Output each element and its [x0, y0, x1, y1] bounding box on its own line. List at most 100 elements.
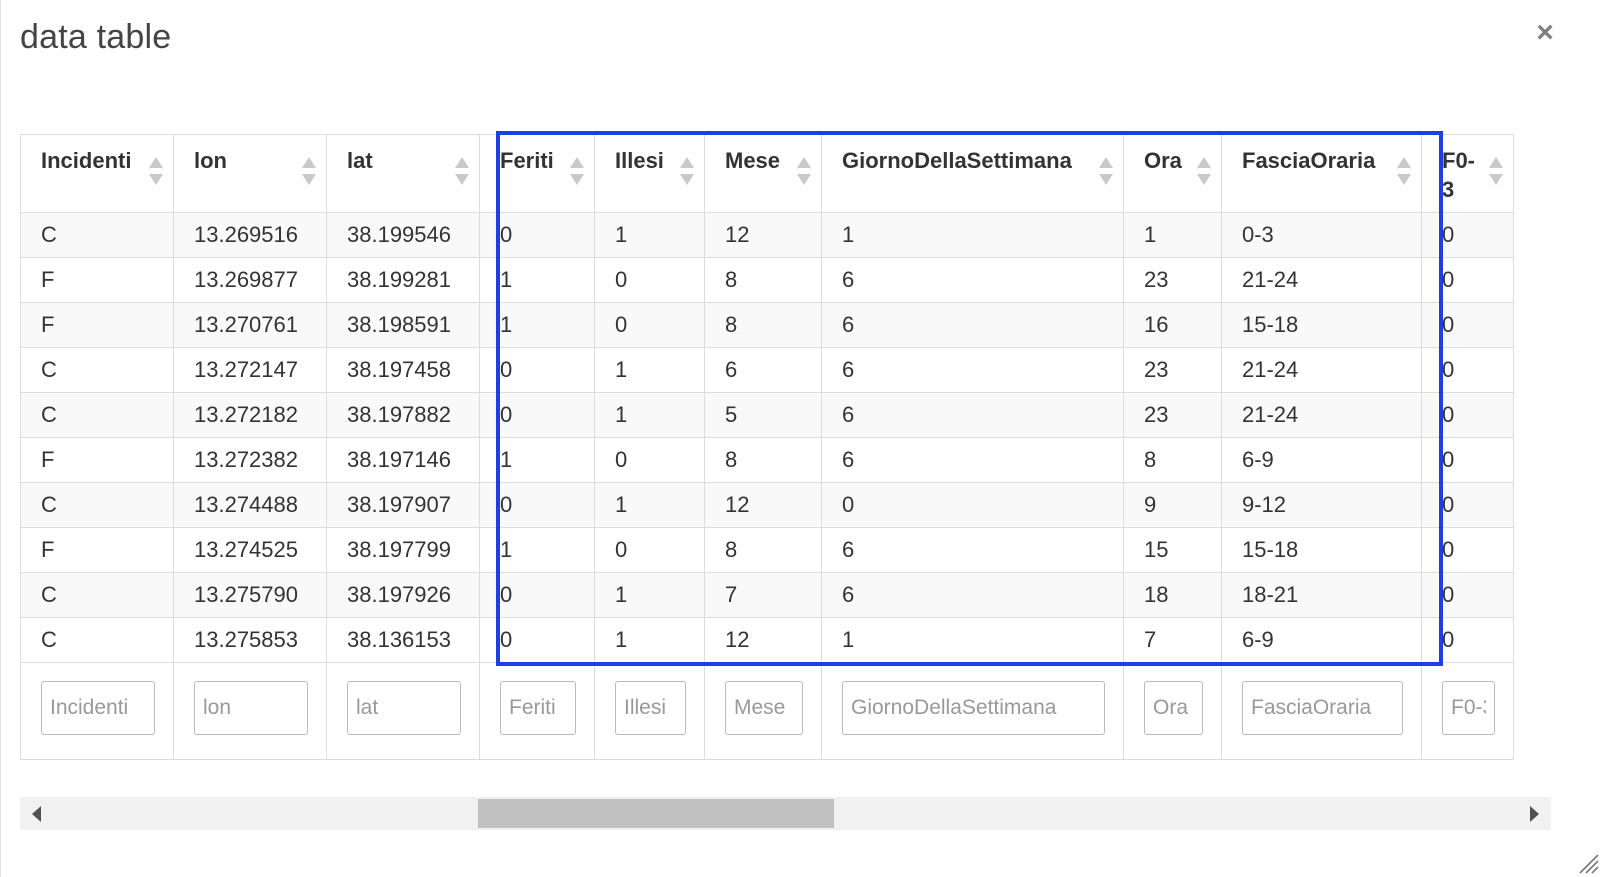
table-cell-lon: 13.275790	[173, 572, 327, 618]
table-cell-f0-3: 0	[1421, 527, 1514, 573]
column-header-illesi[interactable]: Illesi	[594, 134, 705, 213]
table-cell-incidenti: C	[20, 482, 174, 528]
sort-arrows-icon[interactable]	[302, 157, 316, 187]
table-cell-lon: 13.269516	[173, 212, 327, 258]
filter-input-giornodellasettimana[interactable]	[842, 681, 1105, 735]
resize-grip-icon[interactable]	[1574, 849, 1600, 875]
table-row[interactable]: C 13.272147 38.197458 0 1 6 6 23 21-24 0	[20, 347, 1514, 393]
table-cell-mese: 5	[704, 392, 822, 438]
table-cell-feriti: 1	[479, 527, 595, 573]
filter-input-lat[interactable]	[347, 681, 461, 735]
table-cell-giornodellasettimana: 1	[821, 212, 1124, 258]
table-cell-feriti: 0	[479, 212, 595, 258]
filter-input-mese[interactable]	[725, 681, 803, 735]
table-cell-ora: 7	[1123, 617, 1222, 663]
close-icon[interactable]: ×	[1532, 18, 1558, 48]
table-cell-f0-3: 0	[1421, 482, 1514, 528]
table-cell-incidenti: C	[20, 617, 174, 663]
table-cell-ora: 18	[1123, 572, 1222, 618]
table-cell-lon: 13.272147	[173, 347, 327, 393]
table-cell-f0-3: 0	[1421, 392, 1514, 438]
table-cell-illesi: 0	[594, 257, 705, 303]
sort-arrows-icon[interactable]	[1397, 157, 1411, 187]
column-header-ora[interactable]: Ora	[1123, 134, 1222, 213]
sort-arrows-icon[interactable]	[1099, 157, 1113, 187]
table-cell-lat: 38.197907	[326, 482, 480, 528]
table-row[interactable]: C 13.275790 38.197926 0 1 7 6 18 18-21 0	[20, 572, 1514, 618]
column-header-lon[interactable]: lon	[173, 134, 327, 213]
sort-arrows-icon[interactable]	[455, 157, 469, 187]
table-cell-lon: 13.272382	[173, 437, 327, 483]
table-row[interactable]: C 13.274488 38.197907 0 1 12 0 9 9-12 0	[20, 482, 1514, 528]
filter-input-fasciaoraria[interactable]	[1242, 681, 1403, 735]
column-header-label: GiornoDellaSettimana	[842, 148, 1072, 173]
table-cell-lat: 38.197146	[326, 437, 480, 483]
table-cell-fasciaoraria: 6-9	[1221, 437, 1422, 483]
table-cell-illesi: 0	[594, 437, 705, 483]
sort-arrows-icon[interactable]	[680, 157, 694, 187]
filter-input-lon[interactable]	[194, 681, 308, 735]
table-cell-giornodellasettimana: 6	[821, 302, 1124, 348]
column-header-giornodellasettimana[interactable]: GiornoDellaSettimana	[821, 134, 1124, 213]
sort-arrows-icon[interactable]	[797, 157, 811, 187]
table-cell-ora: 23	[1123, 392, 1222, 438]
filter-input-illesi[interactable]	[615, 681, 686, 735]
scrollbar-thumb[interactable]	[477, 799, 834, 828]
table-cell-lat: 38.198591	[326, 302, 480, 348]
filter-cell	[326, 662, 480, 760]
table-cell-lon: 13.270761	[173, 302, 327, 348]
filter-input-ora[interactable]	[1144, 681, 1203, 735]
table-cell-giornodellasettimana: 1	[821, 617, 1124, 663]
table-cell-illesi: 1	[594, 482, 705, 528]
table-cell-ora: 15	[1123, 527, 1222, 573]
table-cell-fasciaoraria: 21-24	[1221, 257, 1422, 303]
sort-arrows-icon[interactable]	[1197, 157, 1211, 187]
table-cell-lon: 13.269877	[173, 257, 327, 303]
table-row[interactable]: F 13.269877 38.199281 1 0 8 6 23 21-24 0	[20, 257, 1514, 303]
column-header-incidenti[interactable]: Incidenti	[20, 134, 174, 213]
table-cell-feriti: 0	[479, 347, 595, 393]
column-header-label: Ora	[1144, 148, 1182, 173]
table-cell-mese: 8	[704, 257, 822, 303]
filter-input-feriti[interactable]	[500, 681, 576, 735]
table-row[interactable]: C 13.275853 38.136153 0 1 12 1 7 6-9 0	[20, 617, 1514, 663]
table-row[interactable]: C 13.269516 38.199546 0 1 12 1 1 0-3 0	[20, 212, 1514, 258]
horizontal-scrollbar[interactable]	[20, 797, 1551, 830]
column-header-mese[interactable]: Mese	[704, 134, 822, 213]
scroll-right-arrow-icon[interactable]	[1518, 797, 1551, 830]
column-header-lat[interactable]: lat	[326, 134, 480, 213]
sort-arrows-icon[interactable]	[570, 157, 584, 187]
table-cell-f0-3: 0	[1421, 437, 1514, 483]
table-row[interactable]: F 13.270761 38.198591 1 0 8 6 16 15-18 0	[20, 302, 1514, 348]
column-header-label: Incidenti	[41, 148, 132, 173]
table-row[interactable]: C 13.272182 38.197882 0 1 5 6 23 21-24 0	[20, 392, 1514, 438]
table-cell-giornodellasettimana: 6	[821, 572, 1124, 618]
column-header-feriti[interactable]: Feriti	[479, 134, 595, 213]
sort-arrows-icon[interactable]	[149, 157, 163, 187]
table-cell-mese: 12	[704, 617, 822, 663]
sort-arrows-icon[interactable]	[1489, 157, 1503, 187]
table-cell-lon: 13.272182	[173, 392, 327, 438]
table-cell-f0-3: 0	[1421, 302, 1514, 348]
column-header-fasciaoraria[interactable]: FasciaOraria	[1221, 134, 1422, 213]
table-cell-f0-3: 0	[1421, 257, 1514, 303]
table-row[interactable]: F 13.272382 38.197146 1 0 8 6 8 6-9 0	[20, 437, 1514, 483]
table-cell-feriti: 1	[479, 257, 595, 303]
table-cell-incidenti: C	[20, 392, 174, 438]
table-cell-fasciaoraria: 0-3	[1221, 212, 1422, 258]
table-cell-lat: 38.199546	[326, 212, 480, 258]
table-cell-ora: 23	[1123, 257, 1222, 303]
header-row: Incidenti lon lat Feriti Illesi Mese GiornoDel…	[20, 134, 1514, 213]
table-cell-giornodellasettimana: 6	[821, 257, 1124, 303]
table-cell-fasciaoraria: 15-18	[1221, 527, 1422, 573]
table-cell-incidenti: F	[20, 437, 174, 483]
table-cell-mese: 6	[704, 347, 822, 393]
scroll-left-arrow-icon[interactable]	[20, 797, 53, 830]
filter-input-f0-3[interactable]	[1442, 681, 1495, 735]
column-header-f0-3[interactable]: F0-3	[1421, 134, 1514, 213]
table-row[interactable]: F 13.274525 38.197799 1 0 8 6 15 15-18 0	[20, 527, 1514, 573]
table-cell-incidenti: C	[20, 212, 174, 258]
table-cell-f0-3: 0	[1421, 347, 1514, 393]
filter-input-incidenti[interactable]	[41, 681, 155, 735]
table-cell-feriti: 0	[479, 572, 595, 618]
